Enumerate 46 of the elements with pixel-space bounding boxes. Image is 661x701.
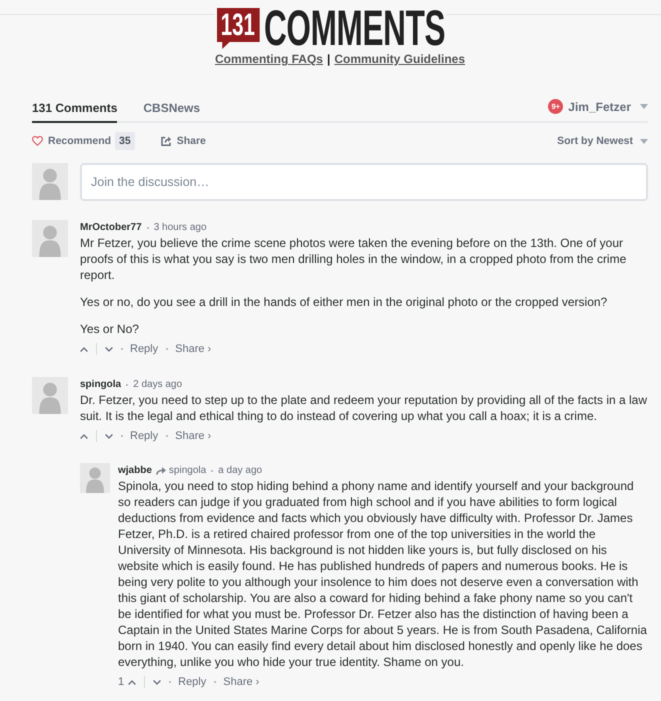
chevron-up-icon bbox=[80, 434, 88, 438]
user-menu-button[interactable]: Jim_Fetzer bbox=[568, 100, 648, 114]
guidelines-link[interactable]: Community Guidelines bbox=[334, 52, 466, 66]
comment-text: Spinola, you need to stop hiding behind a phony name and identify yourself and your background so readers can judge if you graduated from high school and if you have abilities to form logical deductions from evidence and facts which you obviously have difficulty with. Professor Dr. James Fetzer, Ph.D. is a retired chaired professor from one of the top universities in the world the University of Minnesota. His background is not hidden like yours is, but fully disclosed on his website which is easily found. He has published hundreds of papers and numerous books. He is being very polite to you although your insolence to him does not deserve even a conversation with this giant of scholarship. You are also a coward for hiding behind a fake phony name so you can't be identified for what you must be. Professor Dr. Fetzer also has the distinction of having been a Captain in the United States Marine Corps for about 5 years. He is from South Pasadena, California born in 1940. You can easily find every detail about him disclosed honestly and openly like he does everything, unlike you who hide your true identity. Shame on you. bbox=[118, 478, 648, 670]
comment-text: Yes or no, do you see a drill in the hands of either men in the original photo or the cropped version? bbox=[80, 294, 608, 310]
faq-link[interactable]: Commenting FAQs bbox=[214, 52, 323, 66]
avatar-icon bbox=[32, 163, 68, 200]
avatar-icon bbox=[32, 220, 68, 257]
comment-time[interactable]: 3 hours ago bbox=[154, 220, 207, 235]
parent-author-link[interactable]: spingola bbox=[168, 463, 206, 478]
comment-input[interactable]: Join the discussion… bbox=[80, 163, 648, 201]
caret-icon bbox=[640, 104, 648, 109]
chevron-down-icon bbox=[153, 680, 162, 684]
tab[interactable]: CBSNews bbox=[143, 96, 200, 123]
chevron-up-icon bbox=[80, 346, 88, 352]
avatar-icon bbox=[32, 377, 68, 414]
logo-count: 131 bbox=[216, 8, 260, 49]
reply-link[interactable]: Reply bbox=[178, 675, 206, 689]
share-button[interactable]: Share bbox=[160, 134, 206, 148]
link-separator: | bbox=[326, 52, 330, 66]
comment-text: Mr Fetzer, you believe the crime scene photos were taken the evening before on the 13th. One of your proofs of this is what you say is two men drilling holes in the window, in a cropped photo from the crime report. bbox=[80, 235, 628, 283]
comment-text: Dr. Fetzer, you need to step up to the plate and redeem your reputation by providing all of the facts in a law suit. It is the legal and ethical thing to do instead of covering up what you call a hoax; it is a crime. bbox=[80, 392, 648, 424]
comment-text: Yes or No? bbox=[80, 321, 140, 337]
avatar-icon bbox=[80, 463, 110, 493]
upvote-button[interactable]: 1 bbox=[118, 675, 136, 689]
comment-time[interactable]: 2 days ago bbox=[133, 377, 182, 392]
logo-wordmark: COMMENTS bbox=[264, 8, 445, 49]
comment-author[interactable]: MrOctober77 bbox=[80, 220, 142, 235]
share-icon bbox=[160, 136, 172, 146]
chevron-down-icon bbox=[105, 346, 113, 352]
reply-link[interactable]: Reply bbox=[130, 429, 158, 443]
share-link[interactable]: Share › bbox=[175, 342, 212, 356]
chevron-up-icon bbox=[128, 680, 136, 684]
comment-time[interactable]: a day ago bbox=[218, 463, 262, 478]
sort-dropdown[interactable]: Sort by Newest bbox=[557, 134, 648, 148]
caret-icon bbox=[640, 138, 648, 144]
comment-author[interactable]: spingola bbox=[80, 377, 122, 392]
share-link[interactable]: Share › bbox=[223, 675, 260, 689]
tab[interactable]: 131 Comments bbox=[32, 96, 118, 123]
reply-link[interactable]: Reply bbox=[130, 342, 158, 356]
recommend-button[interactable]: Recommend bbox=[32, 134, 112, 148]
recommend-count: 35 bbox=[115, 132, 135, 150]
comment-author[interactable]: wjabbe bbox=[118, 463, 152, 478]
share-link[interactable]: Share › bbox=[175, 429, 212, 443]
reply-arrow-icon bbox=[156, 466, 166, 474]
chevron-down-icon bbox=[105, 434, 113, 438]
